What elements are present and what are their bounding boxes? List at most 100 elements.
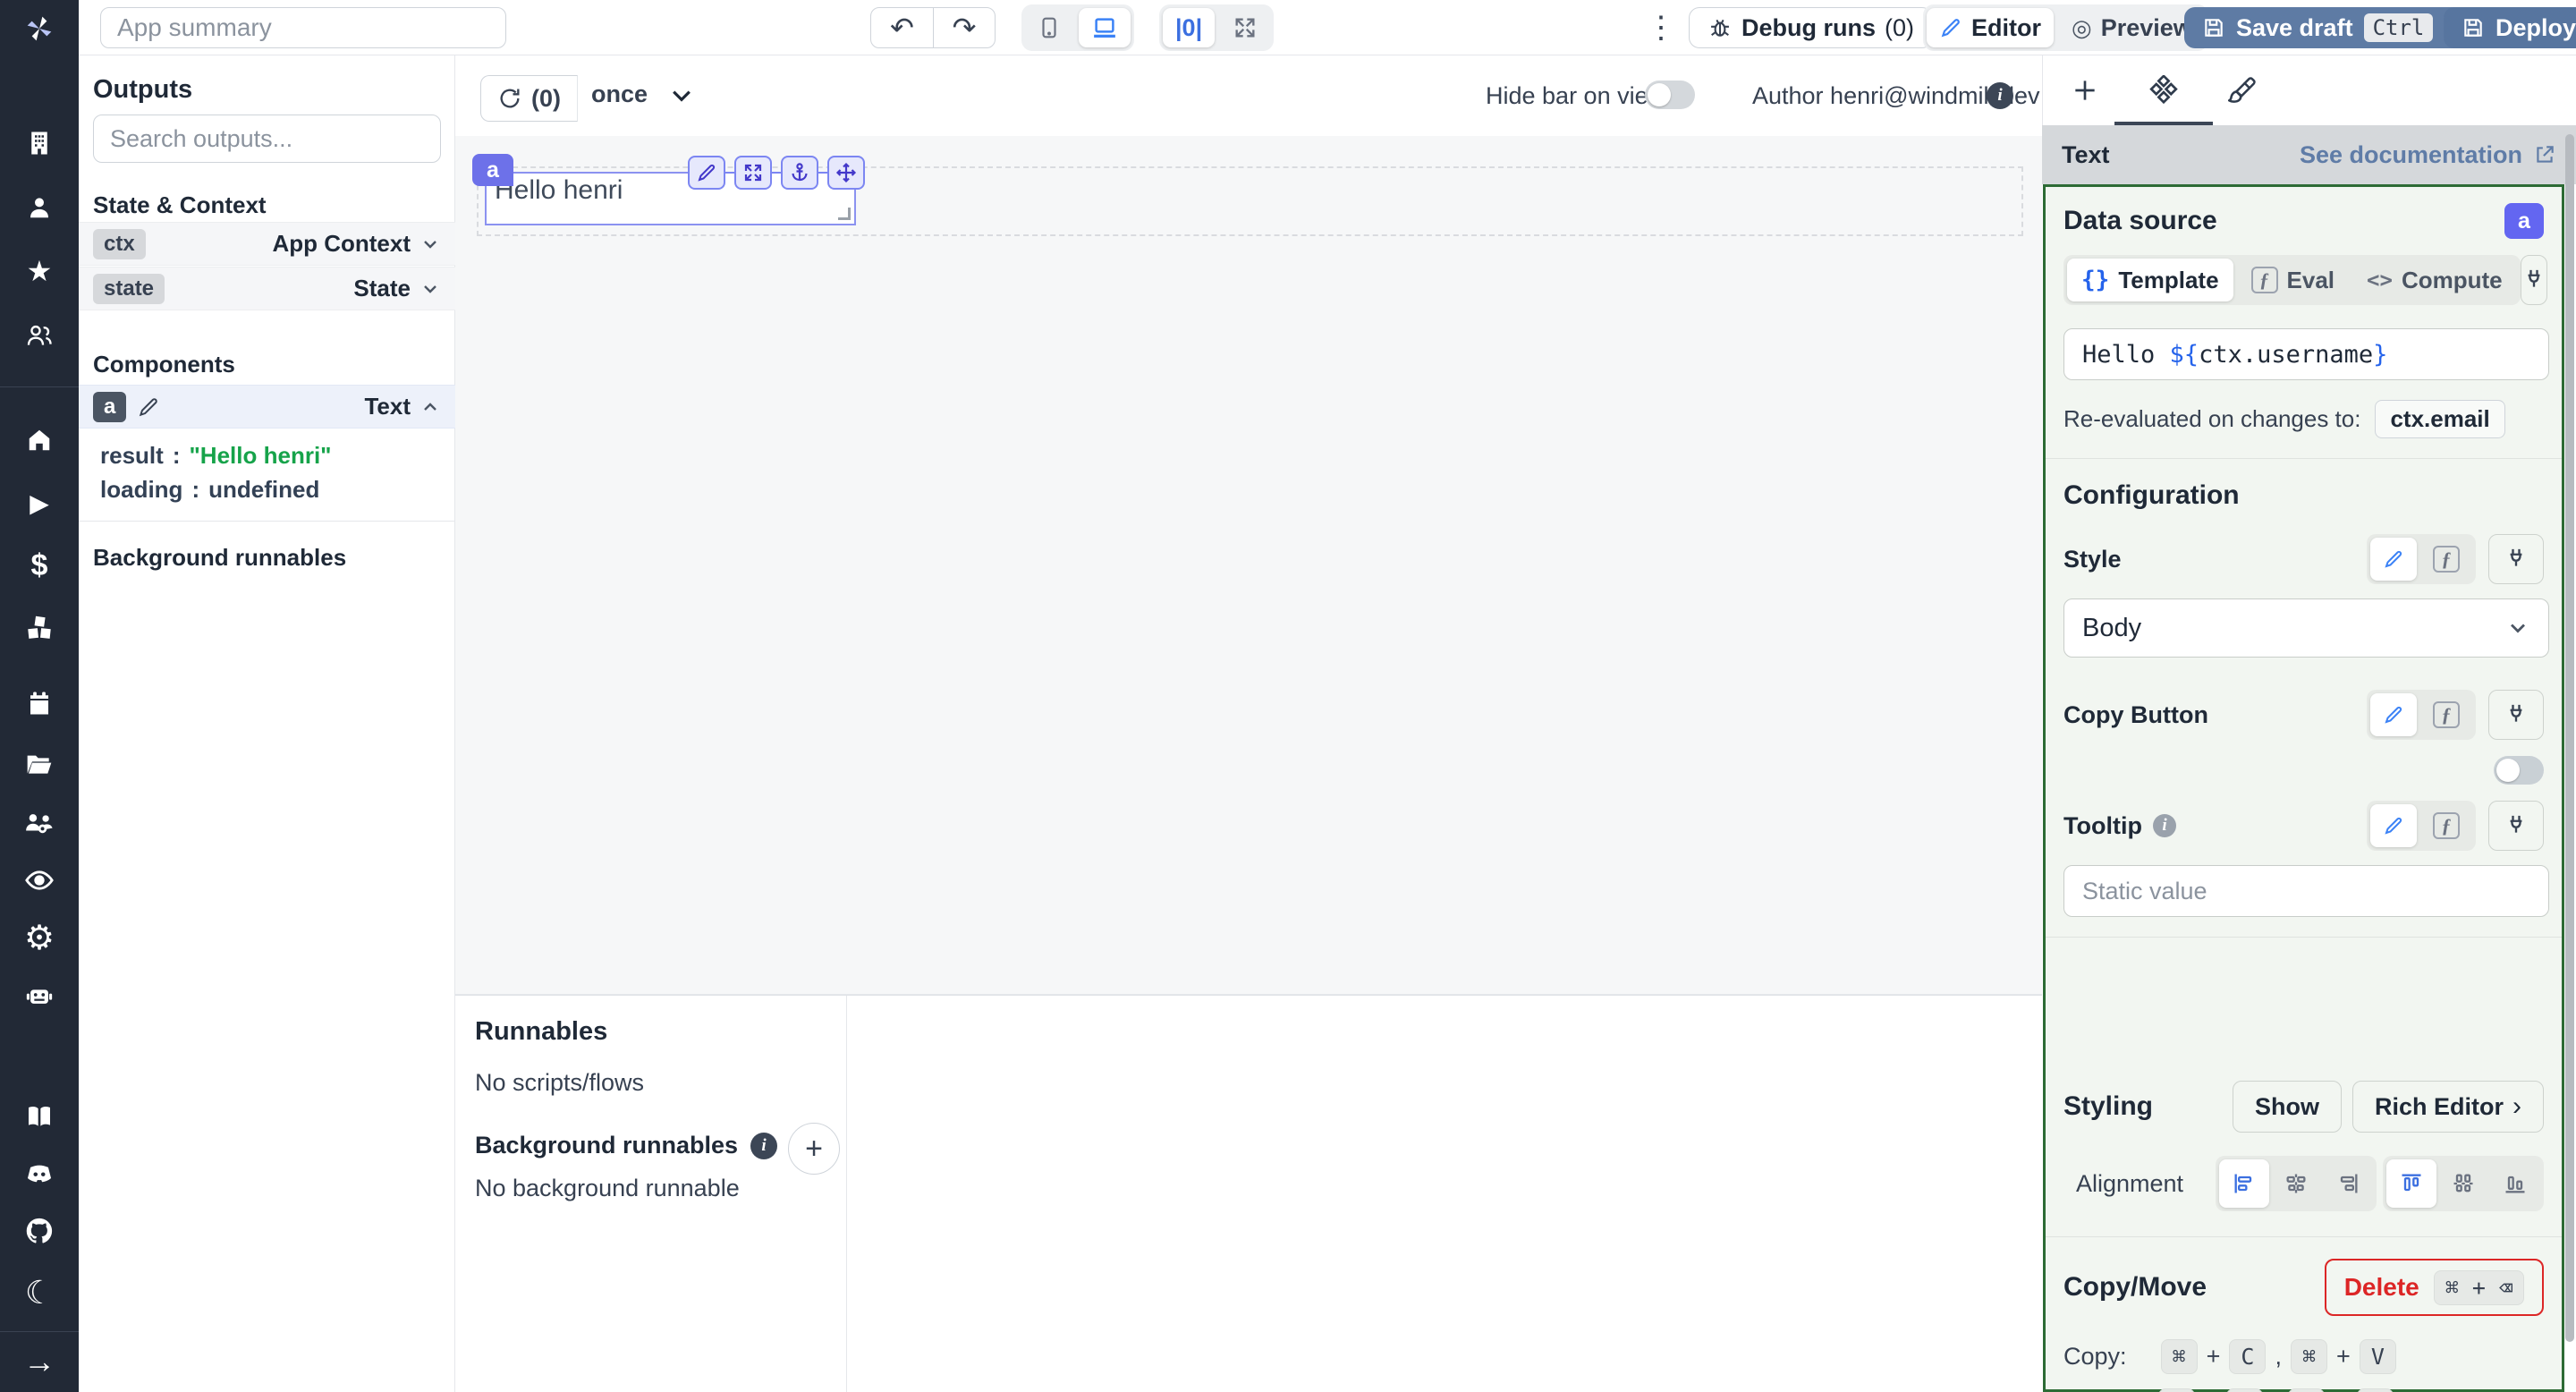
gear-icon[interactable]: ⚙ [21,920,57,957]
align-top-button[interactable] [2386,1159,2436,1208]
rename-pencil-icon[interactable] [137,395,160,419]
desktop-view-button[interactable] [1079,8,1131,47]
connect-plug-button[interactable] [2520,255,2547,305]
tab-eval[interactable]: ƒ Eval [2237,259,2350,301]
style-select[interactable]: Body [2063,598,2549,658]
edit-pencil-button[interactable] [688,156,725,190]
tooltip-info-icon[interactable]: i [2152,814,2176,837]
calendar-icon[interactable] [21,685,57,721]
tab-template[interactable]: {} Template [2067,259,2233,301]
fit-width-button[interactable]: |0| [1163,8,1216,47]
static-mode-button[interactable] [2370,804,2417,847]
debug-runs-button[interactable]: Debug runs (0) [1689,7,1934,48]
windmill-logo-icon[interactable] [21,11,57,47]
robot-icon[interactable] [21,977,57,1013]
component-a-row[interactable]: a Text [79,385,455,429]
chevron-down-icon[interactable] [419,278,441,300]
chevron-down-icon[interactable] [419,233,441,255]
loading-row[interactable]: loading: undefined [100,476,319,504]
building-icon[interactable] [21,125,57,161]
plus-sign: + [2206,1343,2221,1370]
workers-icon[interactable] [21,805,57,841]
function-icon: ƒ [2433,701,2460,728]
book-icon[interactable] [21,1099,57,1134]
insert-component-tab[interactable] [2054,68,2116,113]
move-component-button[interactable] [827,156,865,190]
align-center-button[interactable] [2271,1159,2321,1208]
deploy-button[interactable]: Deploy [2444,7,2576,48]
editor-label: Editor [1971,13,2041,41]
component-settings-tab[interactable] [2132,68,2195,113]
align-middle-button[interactable] [2438,1159,2488,1208]
bug-icon [1711,20,1729,37]
anchor-button[interactable] [781,156,818,190]
more-options-button[interactable]: ⋮ [1646,7,1676,48]
ctx-output-row[interactable]: ctx App Context [79,222,455,266]
app-summary-input[interactable] [100,7,506,48]
copy-button-toggle[interactable] [2494,756,2544,785]
redo-button[interactable]: ↷ [933,8,995,47]
tab-preview[interactable]: ◎ Preview [2059,8,2205,47]
rich-editor-button[interactable]: Rich Editor › [2351,1081,2544,1133]
schedule-select[interactable]: once [591,81,648,108]
schedule-chevron-icon[interactable] [668,82,695,109]
undo-button[interactable]: ↶ [871,8,933,47]
tab-compute[interactable]: <> Compute [2352,259,2517,301]
refresh-button[interactable]: (0) [480,75,578,122]
author-info-icon[interactable]: i [1987,82,2013,109]
align-bottom-button[interactable] [2490,1159,2540,1208]
result-row[interactable]: result: "Hello henri" [100,442,332,470]
scrollbar-thumb[interactable] [2565,134,2574,1342]
app-canvas[interactable]: a Hello henri [455,136,2042,995]
eval-mode-button[interactable]: ƒ [2420,804,2472,847]
tooltip-input[interactable] [2063,865,2549,917]
component-id-badge[interactable]: a [472,154,513,186]
connect-plug-button[interactable] [2488,690,2544,740]
reevaluated-value-badge[interactable]: ctx.email [2375,400,2505,438]
see-documentation-link[interactable]: See documentation [2300,141,2556,169]
settings-diamonds-icon [2149,75,2178,105]
connect-plug-button[interactable] [2488,801,2544,851]
styling-header: Styling Show Rich Editor › [2063,1081,2544,1133]
delete-kbd: ⌘ + ⌫ [2433,1269,2524,1305]
home-icon[interactable] [21,422,57,458]
resize-handle[interactable] [838,208,851,220]
cubes-icon[interactable] [21,610,57,646]
panel-divider [846,996,847,1392]
eval-mode-button[interactable]: ƒ [2420,693,2472,736]
folder-icon[interactable] [21,746,57,782]
search-outputs-input[interactable] [93,115,441,163]
mobile-view-button[interactable] [1025,8,1073,47]
star-icon[interactable]: ★ [21,253,57,289]
play-icon[interactable]: ▶ [21,485,57,521]
align-right-button[interactable] [2323,1159,2373,1208]
expand-component-button[interactable] [734,156,772,190]
moon-icon[interactable]: ☾ [21,1274,57,1311]
info-icon[interactable]: i [750,1132,778,1159]
user-icon[interactable] [21,190,57,225]
align-left-button[interactable] [2219,1159,2270,1208]
show-styling-button[interactable]: Show [2232,1081,2342,1133]
dollar-icon[interactable]: $ [21,547,57,583]
chevron-up-icon[interactable] [419,396,441,418]
expand-canvas-icon[interactable] [1220,8,1270,47]
github-icon[interactable] [21,1213,57,1249]
refresh-icon [500,89,520,108]
static-mode-button[interactable] [2370,538,2417,581]
add-background-runnable-button[interactable]: + [788,1123,840,1175]
discord-icon[interactable] [21,1156,57,1192]
eye-icon[interactable] [21,862,57,898]
function-icon: ƒ [2433,546,2460,573]
state-output-row[interactable]: state State [79,267,455,310]
arrow-right-icon[interactable]: → [21,1343,57,1379]
editor-preview-group: Editor ◎ Preview [1923,4,2208,51]
global-styling-tab[interactable] [2211,68,2274,113]
delete-component-button[interactable]: Delete ⌘ + ⌫ [2324,1259,2544,1316]
hide-bar-toggle[interactable] [1645,81,1695,109]
user-group-icon[interactable] [21,318,57,353]
connect-plug-button[interactable] [2488,534,2544,584]
eval-mode-button[interactable]: ƒ [2420,538,2472,581]
static-mode-button[interactable] [2370,693,2417,736]
tab-editor[interactable]: Editor [1927,8,2054,47]
template-input[interactable]: Hello ${ctx.username} [2063,328,2549,380]
